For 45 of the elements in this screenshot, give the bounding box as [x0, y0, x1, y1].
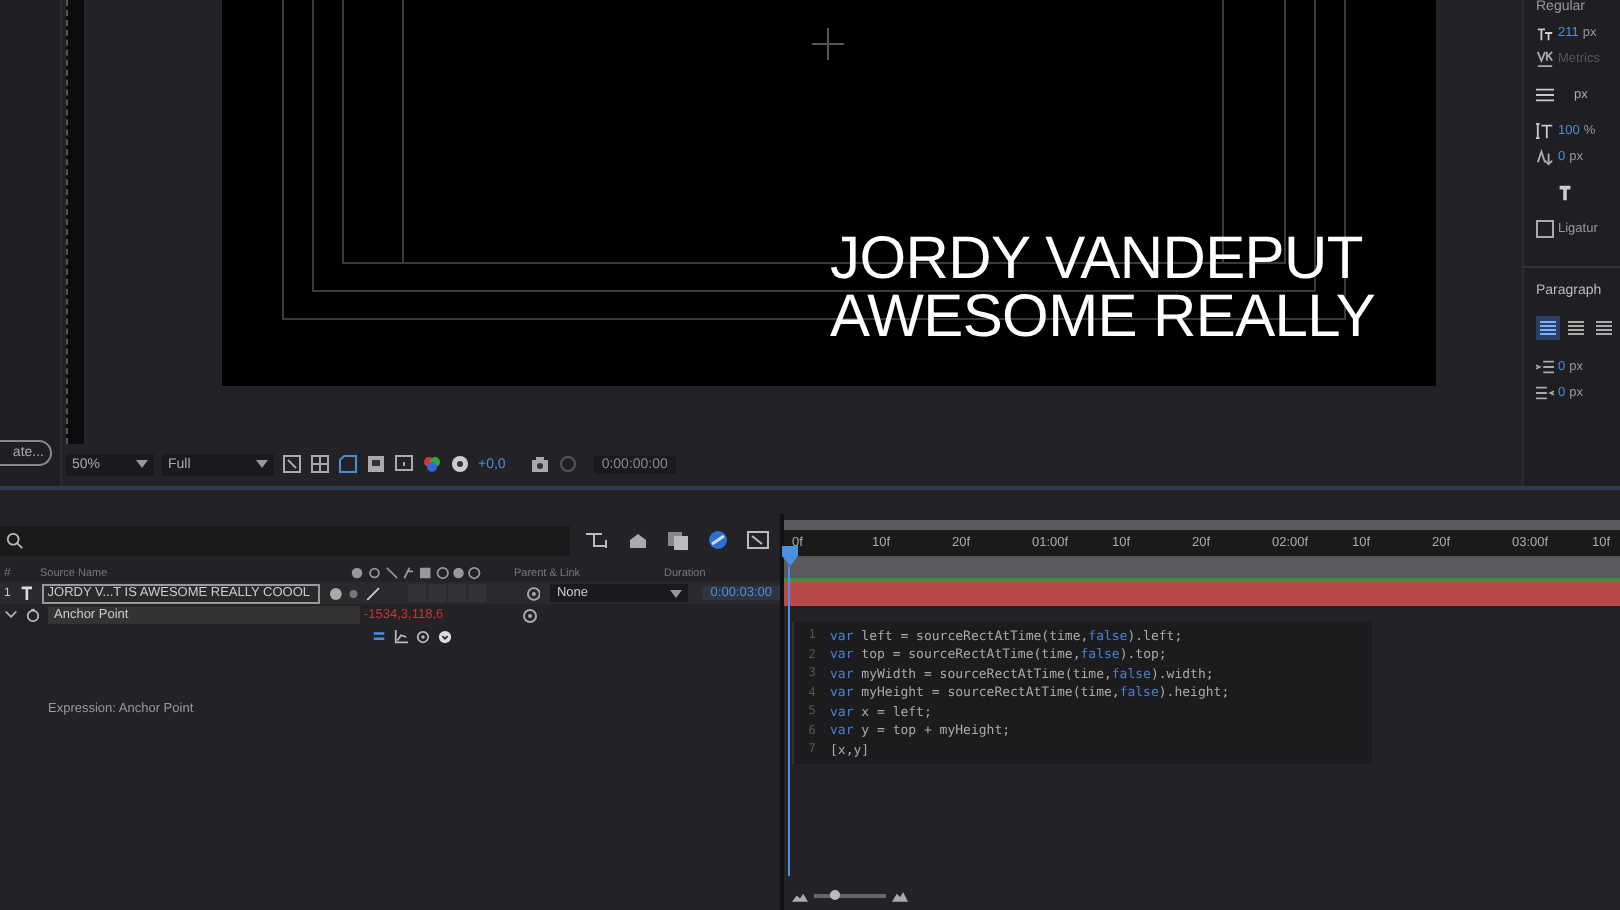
search-icon: [6, 531, 24, 549]
crosshair-icon: [812, 28, 844, 60]
title-text[interactable]: JORDY VANDEPUT: [830, 230, 1376, 288]
stopwatch-icon[interactable]: [26, 608, 40, 622]
region-icon[interactable]: [282, 454, 302, 474]
title-text[interactable]: AWESOME REALLY: [830, 288, 1376, 346]
flowchart-icon[interactable]: [586, 530, 610, 550]
playhead-handle-icon[interactable]: [782, 546, 798, 566]
caret-icon: [670, 589, 683, 597]
twirl-chevron-icon[interactable]: [4, 608, 18, 622]
expression-enable-icon[interactable]: [372, 630, 386, 644]
search-field[interactable]: [0, 525, 570, 555]
expression-editor[interactable]: [792, 622, 1372, 763]
font-size-icon: [1536, 24, 1554, 42]
indent-left-icon: [1536, 358, 1554, 376]
exposure-icon[interactable]: [450, 454, 470, 474]
zoom-in-icon[interactable]: [892, 891, 908, 901]
snapshot-view-icon[interactable]: [394, 454, 414, 474]
graph-editor-icon[interactable]: [746, 530, 770, 550]
slider-thumb[interactable]: [829, 890, 840, 900]
bold-text-icon[interactable]: [1556, 184, 1574, 202]
graph-icon[interactable]: [394, 630, 408, 644]
caret-icon: [256, 460, 268, 468]
frame-blending-icon[interactable]: [666, 530, 690, 550]
motion-blur-icon[interactable]: [706, 530, 730, 550]
zoom-out-icon[interactable]: [792, 891, 808, 901]
camera-icon[interactable]: [529, 454, 550, 474]
leading-icon: [1536, 86, 1554, 104]
text-layer-icon: [19, 586, 34, 600]
transparency-grid-icon[interactable]: [310, 454, 330, 474]
indent-right-icon: [1536, 384, 1554, 402]
color-channels-icon[interactable]: [422, 454, 442, 474]
pick-whip-icon[interactable]: [416, 630, 430, 644]
language-menu-icon[interactable]: [438, 630, 452, 644]
vertical-scale-icon: [1536, 122, 1554, 140]
ligatures-checkbox[interactable]: [1536, 220, 1554, 238]
baseline-shift-icon: [1536, 148, 1554, 166]
align-button[interactable]: [1592, 316, 1616, 340]
align-button[interactable]: [1536, 316, 1560, 340]
kerning-icon: [1536, 50, 1554, 68]
align-button[interactable]: [1564, 316, 1588, 340]
shy-layers-icon[interactable]: [626, 530, 650, 550]
mask-icon[interactable]: [338, 454, 358, 474]
safe-area-icon[interactable]: [366, 454, 386, 474]
caret-icon: [136, 460, 148, 468]
